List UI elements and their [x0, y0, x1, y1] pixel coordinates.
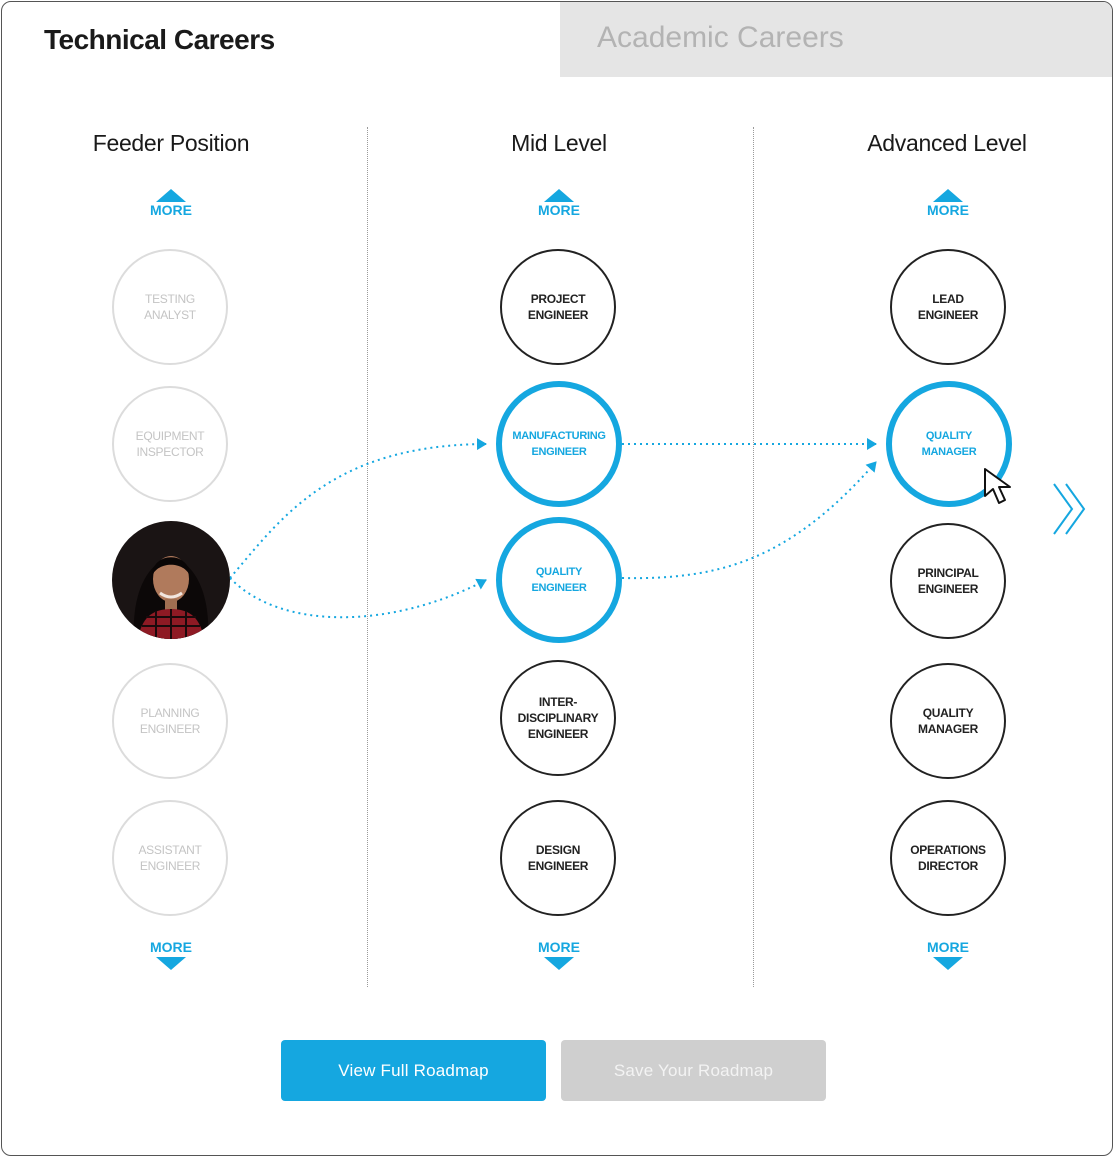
more-down-button-advanced[interactable]: MORE	[918, 939, 978, 970]
triangle-down-icon	[933, 957, 963, 970]
node-label: TESTING ANALYST	[144, 292, 196, 322]
more-label: MORE	[538, 939, 580, 955]
more-up-button-advanced[interactable]: MORE	[918, 189, 978, 218]
career-node-equipment-inspector[interactable]: EQUIPMENT INSPECTOR	[112, 386, 228, 502]
career-node-interdisciplinary-engineer[interactable]: INTER- DISCIPLINARY ENGINEER	[500, 660, 616, 776]
user-photo	[112, 521, 230, 639]
node-label: MANUFACTURING ENGINEER	[512, 430, 606, 458]
node-label: ASSISTANT ENGINEER	[138, 843, 202, 873]
node-label: OPERATIONS DIRECTOR	[910, 843, 986, 873]
node-label: EQUIPMENT INSPECTOR	[135, 429, 205, 459]
column-title-feeder: Feeder Position	[92, 130, 250, 156]
more-down-button-mid[interactable]: MORE	[529, 939, 589, 970]
node-label: PRINCIPAL ENGINEER	[917, 566, 979, 596]
triangle-down-icon	[544, 957, 574, 970]
column-divider	[753, 127, 754, 987]
more-down-button-feeder[interactable]: MORE	[141, 939, 201, 970]
node-label: INTER- DISCIPLINARY ENGINEER	[517, 695, 599, 741]
column-title-advanced: Advanced Level	[867, 130, 1027, 156]
triangle-up-icon	[933, 189, 963, 202]
career-node-project-engineer[interactable]: PROJECT ENGINEER	[500, 249, 616, 365]
triangle-up-icon	[544, 189, 574, 202]
career-node-planning-engineer[interactable]: PLANNING ENGINEER	[112, 663, 228, 779]
double-chevron-right-icon[interactable]	[1048, 478, 1092, 540]
career-node-assistant-engineer[interactable]: ASSISTANT ENGINEER	[112, 800, 228, 916]
column-title-mid: Mid Level	[511, 130, 607, 156]
more-up-button-feeder[interactable]: MORE	[141, 189, 201, 218]
save-roadmap-button[interactable]: Save Your Roadmap	[561, 1040, 826, 1101]
triangle-up-icon	[156, 189, 186, 202]
more-label: MORE	[150, 939, 192, 955]
user-avatar[interactable]	[112, 521, 230, 639]
tab-academic-careers[interactable]: Academic Careers	[560, 2, 1112, 77]
more-label: MORE	[150, 202, 192, 218]
more-label: MORE	[927, 939, 969, 955]
node-label: PROJECT ENGINEER	[527, 292, 589, 322]
career-node-principal-engineer[interactable]: PRINCIPAL ENGINEER	[890, 523, 1006, 639]
view-full-roadmap-button[interactable]: View Full Roadmap	[281, 1040, 546, 1101]
career-node-quality-manager[interactable]: QUALITY MANAGER	[890, 663, 1006, 779]
more-up-button-mid[interactable]: MORE	[529, 189, 589, 218]
career-node-quality-engineer[interactable]: QUALITY ENGINEER	[496, 517, 622, 643]
node-label: QUALITY ENGINEER	[531, 566, 587, 594]
node-label: DESIGN ENGINEER	[527, 843, 589, 873]
node-label: QUALITY MANAGER	[921, 430, 977, 458]
node-label: PLANNING ENGINEER	[139, 706, 201, 736]
career-node-lead-engineer[interactable]: LEAD ENGINEER	[890, 249, 1006, 365]
mouse-pointer-icon	[982, 466, 1022, 510]
more-label: MORE	[927, 202, 969, 218]
node-label: QUALITY MANAGER	[918, 706, 978, 736]
column-divider	[367, 127, 368, 987]
node-label: LEAD ENGINEER	[917, 292, 979, 322]
career-node-manufacturing-engineer[interactable]: MANUFACTURING ENGINEER	[496, 381, 622, 507]
more-label: MORE	[538, 202, 580, 218]
triangle-down-icon	[156, 957, 186, 970]
career-node-design-engineer[interactable]: DESIGN ENGINEER	[500, 800, 616, 916]
career-node-operations-director[interactable]: OPERATIONS DIRECTOR	[890, 800, 1006, 916]
career-node-testing-analyst[interactable]: TESTING ANALYST	[112, 249, 228, 365]
tab-technical-careers[interactable]: Technical Careers	[2, 2, 560, 77]
